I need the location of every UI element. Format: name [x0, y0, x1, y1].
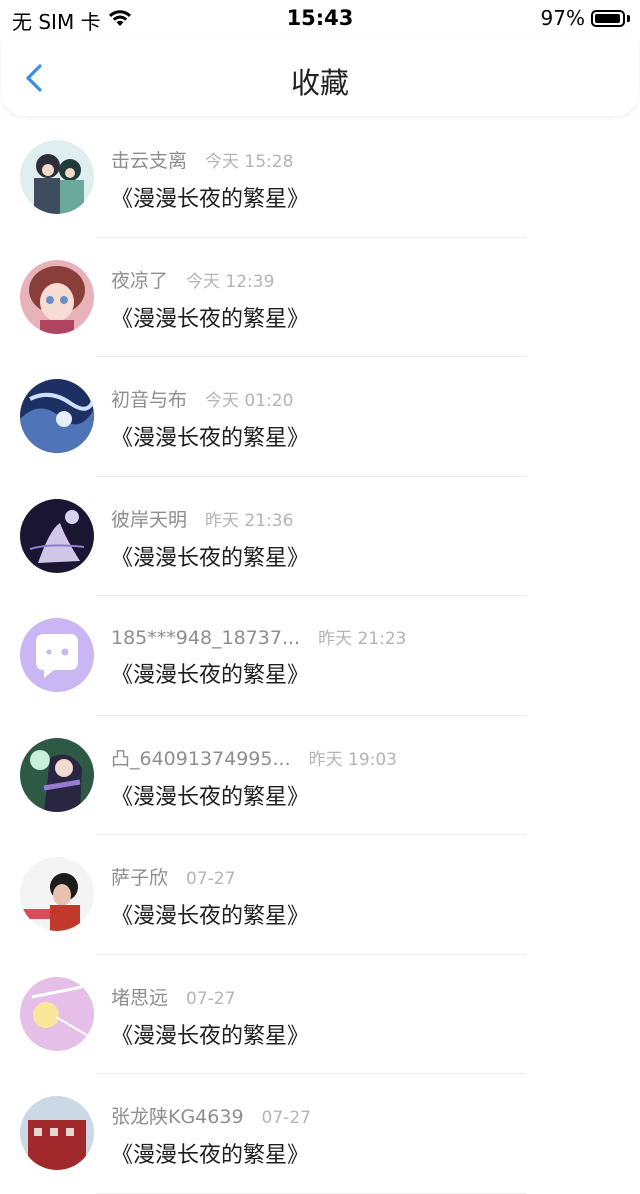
list-item-meta: 夜凉了 今天 12:39 — [111, 266, 620, 293]
user-name[interactable]: 初音与布 — [111, 385, 187, 412]
book-title[interactable]: 《漫漫长夜的繁星》 — [111, 1018, 620, 1050]
navigation-bar: 收藏 — [2, 38, 638, 116]
timestamp: 07-27 — [261, 1108, 311, 1128]
list-item-meta: 击云支离 今天 15:28 — [111, 146, 620, 173]
list-item-6[interactable]: 凸_64091374995... 昨天 19:03 《漫漫长夜的繁星》 — [0, 716, 640, 835]
list-item-text: 击云支离 今天 15:28 《漫漫长夜的繁星》 — [111, 146, 620, 213]
user-name[interactable]: 夜凉了 — [111, 266, 168, 293]
avatar-anime-avatar-blue[interactable] — [20, 379, 94, 453]
battery-icon — [591, 9, 625, 27]
list-item-meta: 初音与布 今天 01:20 — [111, 385, 620, 412]
book-title[interactable]: 《漫漫长夜的繁星》 — [111, 779, 620, 811]
list-item-text: 堵思远 07-27 《漫漫长夜的繁星》 — [111, 983, 620, 1050]
list-item-8[interactable]: 堵思远 07-27 《漫漫长夜的繁星》 — [0, 955, 640, 1074]
list-item-9[interactable]: 张龙陕KG4639 07-27 《漫漫长夜的繁星》 — [0, 1074, 640, 1194]
list-item-1[interactable]: 击云支离 今天 15:28 《漫漫长夜的繁星》 — [0, 118, 640, 238]
timestamp: 昨天 21:23 — [318, 629, 407, 649]
list-item-text: 夜凉了 今天 12:39 《漫漫长夜的繁星》 — [111, 266, 620, 333]
favorites-list: 击云支离 今天 15:28 《漫漫长夜的繁星》 夜凉了 今天 12:39 《漫漫… — [0, 118, 640, 1194]
list-item-text: 凸_64091374995... 昨天 19:03 《漫漫长夜的繁星》 — [111, 744, 620, 811]
timestamp: 07-27 — [186, 869, 236, 889]
timestamp: 今天 15:28 — [205, 152, 294, 172]
user-name[interactable]: 堵思远 — [111, 983, 168, 1010]
status-bar: 无 SIM 卡 15:43 97% — [0, 0, 640, 36]
list-item-meta: 萨子欣 07-27 — [111, 863, 620, 890]
avatar-photo-avatar-building[interactable] — [20, 1096, 94, 1170]
timestamp: 今天 01:20 — [205, 391, 294, 411]
battery-tip — [627, 14, 630, 22]
list-item-meta: 堵思远 07-27 — [111, 983, 620, 1010]
timestamp: 昨天 19:03 — [308, 749, 397, 770]
list-item-text: 初音与布 今天 01:20 《漫漫长夜的繁星》 — [111, 385, 620, 452]
status-right: 97% — [541, 6, 630, 30]
avatar-anime-avatar-lilac[interactable] — [20, 976, 94, 1051]
user-name[interactable]: 张龙陕KG4639 — [111, 1102, 244, 1129]
user-name[interactable]: 彼岸天明 — [111, 505, 187, 532]
list-item-5[interactable]: 185***948_18737... 昨天 21:23 《漫漫长夜的繁星》 — [0, 596, 640, 716]
timestamp: 07-27 — [186, 988, 236, 1009]
user-name[interactable]: 击云支离 — [111, 146, 187, 173]
list-item-meta: 凸_64091374995... 昨天 19:03 — [111, 744, 620, 771]
list-item-7[interactable]: 萨子欣 07-27 《漫漫长夜的繁星》 — [0, 835, 640, 955]
avatar-anime-avatar-pink[interactable] — [20, 259, 94, 334]
list-item-3[interactable]: 初音与布 今天 01:20 《漫漫长夜的繁星》 — [0, 357, 640, 477]
book-title[interactable]: 《漫漫长夜的繁星》 — [111, 1137, 620, 1169]
book-title[interactable]: 《漫漫长夜的繁星》 — [111, 898, 620, 930]
divider — [96, 1192, 526, 1194]
timestamp: 今天 12:39 — [186, 271, 275, 292]
list-item-text: 彼岸天明 昨天 21:36 《漫漫长夜的繁星》 — [111, 505, 620, 572]
user-name[interactable]: 萨子欣 — [111, 863, 168, 890]
battery-percent: 97% — [540, 6, 585, 30]
avatar-anime-avatar-dark[interactable] — [20, 498, 94, 573]
book-title[interactable]: 《漫漫长夜的繁星》 — [111, 540, 620, 572]
timestamp: 昨天 21:36 — [205, 510, 294, 531]
avatar-default-chat-avatar[interactable] — [20, 618, 94, 692]
avatar-anime-avatar-green[interactable] — [20, 737, 94, 812]
list-item-2[interactable]: 夜凉了 今天 12:39 《漫漫长夜的繁星》 — [0, 238, 640, 357]
book-title[interactable]: 《漫漫长夜的繁星》 — [111, 181, 620, 213]
book-title[interactable]: 《漫漫长夜的繁星》 — [111, 301, 620, 333]
user-name[interactable]: 凸_64091374995... — [111, 744, 291, 771]
list-item-meta: 185***948_18737... 昨天 21:23 — [111, 624, 620, 649]
book-title[interactable]: 《漫漫长夜的繁星》 — [111, 420, 620, 452]
book-title[interactable]: 《漫漫长夜的繁星》 — [111, 657, 620, 689]
list-item-text: 185***948_18737... 昨天 21:23 《漫漫长夜的繁星》 — [111, 624, 620, 689]
page-title: 收藏 — [290, 66, 349, 100]
avatar-anime-avatar-teal[interactable] — [20, 140, 94, 214]
list-item-meta: 张龙陕KG4639 07-27 — [111, 1102, 620, 1129]
user-name[interactable]: 185***948_18737... — [111, 627, 300, 649]
list-item-meta: 彼岸天明 昨天 21:36 — [111, 505, 620, 532]
list-item-text: 萨子欣 07-27 《漫漫长夜的繁星》 — [111, 863, 620, 930]
list-item-text: 张龙陕KG4639 07-27 《漫漫长夜的繁星》 — [111, 1102, 620, 1169]
list-item-4[interactable]: 彼岸天明 昨天 21:36 《漫漫长夜的繁星》 — [0, 477, 640, 596]
avatar-photo-avatar-person[interactable] — [20, 857, 94, 931]
